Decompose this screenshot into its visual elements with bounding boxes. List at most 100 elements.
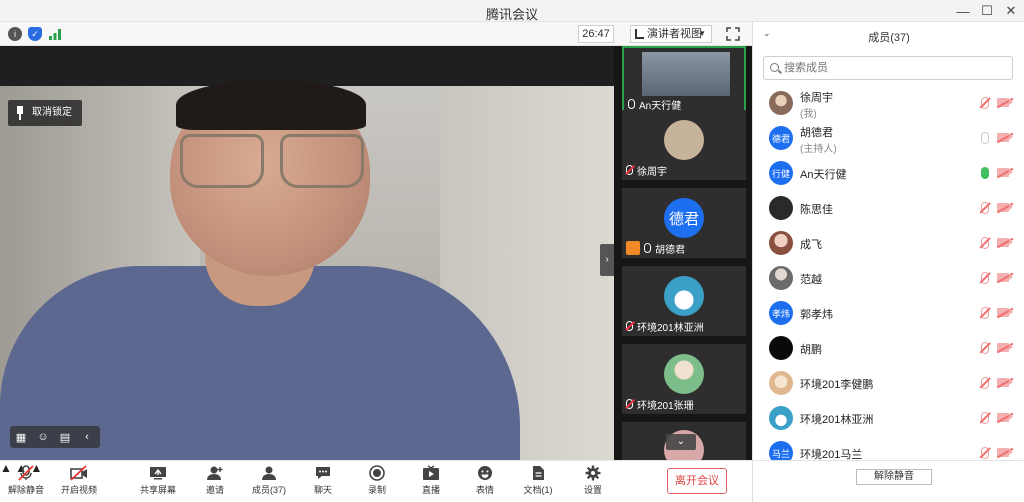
avatar — [769, 266, 793, 290]
pin-icon — [17, 106, 23, 120]
members-panel-title: 成员(37) — [868, 32, 910, 44]
member-name: An天行健 — [800, 169, 847, 181]
meeting-timer: 26:47 — [578, 25, 614, 43]
members-button[interactable]: 成员(37) — [250, 465, 288, 501]
member-name: 范越 — [800, 274, 822, 286]
mic-muted-icon[interactable] — [981, 202, 989, 214]
view-mode-dropdown[interactable]: 演讲者视图 ▼ — [630, 25, 712, 43]
unmute-all-button[interactable]: 解除静音 — [856, 469, 932, 485]
member-row[interactable]: 范越 — [753, 261, 1024, 295]
live-stream-button[interactable]: 直播 — [418, 465, 444, 501]
caption-icon[interactable]: ▤ — [54, 426, 76, 448]
record-button[interactable]: 录制 — [364, 465, 390, 501]
member-row[interactable]: 徐周宇 (我) — [753, 86, 1024, 120]
layout-grid-icon[interactable]: ▦ — [10, 426, 32, 448]
view-mode-label: 演讲者视图 — [647, 28, 702, 40]
camera-off-icon[interactable] — [997, 133, 1013, 142]
record-icon — [369, 465, 385, 481]
member-row[interactable]: 环境201林亚洲 — [753, 401, 1024, 435]
mic-muted-icon[interactable] — [981, 97, 989, 109]
emoji-icon — [478, 466, 492, 480]
scroll-down-button[interactable]: ⌄ — [666, 434, 696, 450]
share-screen-button[interactable]: 共享屏幕 — [138, 465, 178, 501]
collapse-thumbnails-button[interactable]: › — [600, 244, 614, 276]
member-row[interactable]: 成飞 — [753, 226, 1024, 260]
camera-off-icon[interactable] — [997, 308, 1013, 317]
leave-meeting-button[interactable]: 离开会议 — [667, 468, 727, 494]
camera-off-icon[interactable] — [997, 203, 1013, 212]
close-button[interactable]: ✕ — [998, 0, 1024, 22]
member-row[interactable]: 胡鹏 — [753, 331, 1024, 365]
members-panel-header: ⌄ 成员(37) — [753, 22, 1024, 48]
member-role: (我) — [800, 109, 817, 120]
search-icon — [770, 63, 779, 72]
settings-button[interactable]: 设置 — [580, 465, 606, 501]
member-row[interactable]: 马兰 环境201马兰 — [753, 436, 1024, 460]
mic-muted-icon[interactable] — [981, 342, 989, 354]
thumbnail-xu-zhouyu[interactable]: 徐周宇 — [622, 110, 746, 180]
emoji-icon[interactable]: ☺ — [32, 426, 54, 448]
member-name: 胡德君 — [800, 127, 833, 139]
camera-off-icon[interactable] — [997, 413, 1013, 422]
mic-muted-icon — [626, 165, 633, 175]
avatar — [664, 276, 704, 316]
mic-muted-icon[interactable] — [981, 447, 989, 459]
security-shield-icon[interactable]: ✓ — [28, 27, 42, 41]
mic-muted-icon[interactable] — [981, 272, 989, 284]
minimize-button[interactable]: — — [950, 0, 976, 22]
thumbnail-lin-yazhou[interactable]: 环境201林亚洲 — [622, 266, 746, 336]
chat-button[interactable]: 聊天 — [310, 465, 336, 501]
chevron-down-icon: ▼ — [698, 29, 706, 38]
unmute-button[interactable]: 解除静音 — [8, 465, 44, 501]
signal-strength-icon[interactable] — [48, 27, 62, 41]
member-row[interactable]: 德君 胡德君 (主持人) — [753, 121, 1024, 155]
camera-off-icon[interactable] — [997, 273, 1013, 282]
camera-off-icon[interactable] — [997, 378, 1013, 387]
mic-muted-icon[interactable] — [981, 412, 989, 424]
maximize-button[interactable]: ☐ — [974, 0, 1000, 22]
mic-muted-icon[interactable] — [981, 237, 989, 249]
invite-button[interactable]: 邀请 — [200, 465, 230, 501]
avatar — [664, 120, 704, 160]
member-name: 徐周宇 — [800, 92, 833, 104]
thumbnail-an-tianxingjian[interactable]: An天行健 — [622, 46, 746, 116]
unpin-video-button[interactable]: 取消锁定 — [8, 100, 82, 126]
mic-icon — [644, 243, 651, 253]
thumbnail-zhang-shan[interactable]: 环境201张珊 — [622, 344, 746, 414]
member-name: 环境201马兰 — [800, 449, 863, 460]
camera-off-icon[interactable] — [997, 238, 1013, 247]
avatar — [769, 336, 793, 360]
camera-off-icon[interactable] — [997, 343, 1013, 352]
avatar — [769, 196, 793, 220]
thumbnail-label: 徐周宇 — [626, 163, 667, 178]
mic-muted-icon[interactable] — [981, 377, 989, 389]
start-video-button[interactable]: 开启视频 — [60, 465, 98, 501]
member-row[interactable]: 环境201李健鹏 — [753, 366, 1024, 400]
member-name: 环境201李健鹏 — [800, 379, 874, 391]
avatar — [769, 371, 793, 395]
collapse-left-icon[interactable]: ‹ — [76, 426, 98, 448]
meeting-status-bar: i ✓ 26:47 演讲者视图 ▼ — [0, 22, 752, 46]
fullscreen-icon[interactable] — [726, 27, 740, 41]
main-speaker-video[interactable]: 取消锁定 ▦ ☺ ▤ ‹ — [0, 46, 614, 460]
thumbnail-label: 胡德君 — [626, 241, 685, 256]
camera-off-icon[interactable] — [997, 448, 1013, 457]
camera-off-icon — [70, 465, 87, 481]
member-row[interactable]: 行健 An天行健 — [753, 156, 1024, 190]
mic-muted-icon[interactable] — [981, 307, 989, 319]
member-list: 徐周宇 (我) 德君 胡德君 (主持人) 行健 An天行健 陈思佳 成飞 范越 … — [753, 86, 1024, 460]
documents-button[interactable]: 文档(1) — [522, 465, 554, 501]
meeting-toolbar: 解除静音 ▲ 开启视频 ▲ 共享屏幕 ▲ 邀请 成员(37) 聊天 录制 直播 … — [0, 460, 752, 502]
reactions-button[interactable]: 表情 — [472, 465, 498, 501]
info-icon[interactable]: i — [8, 27, 22, 41]
member-search-input[interactable] — [763, 56, 1013, 80]
mic-active-icon[interactable] — [981, 167, 989, 179]
member-row[interactable]: 陈思佳 — [753, 191, 1024, 225]
camera-off-icon[interactable] — [997, 98, 1013, 107]
member-row[interactable]: 孝炜 郭孝炜 — [753, 296, 1024, 330]
title-bar: 腾讯会议 — ☐ ✕ — [0, 0, 1024, 22]
mic-icon[interactable] — [981, 132, 989, 144]
thumbnail-hu-dejun[interactable]: 德君 胡德君 — [622, 188, 746, 258]
camera-off-icon[interactable] — [997, 168, 1013, 177]
member-name: 胡鹏 — [800, 344, 822, 356]
